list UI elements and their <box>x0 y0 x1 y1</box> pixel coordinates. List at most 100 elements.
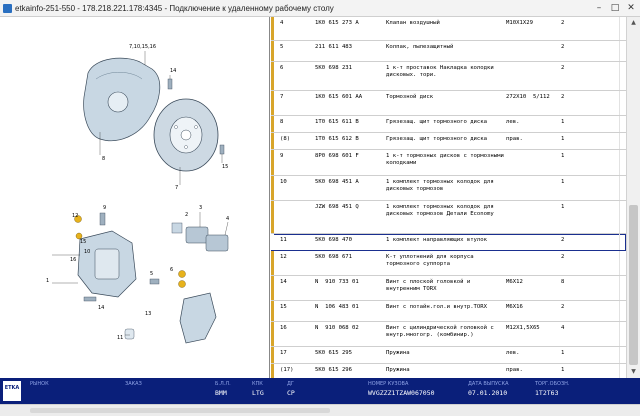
status-field-label: ДАТА ВЫПУСКА <box>468 381 509 387</box>
row-select-cell[interactable] <box>619 133 626 149</box>
row-select-cell[interactable] <box>619 347 626 363</box>
row-marker <box>271 133 274 149</box>
part-row[interactable]: 14 N 910 733 01 Винт с плоской головкой и … <box>271 276 626 301</box>
callout-label[interactable]: 16 <box>70 257 76 263</box>
callout-label[interactable]: 4 <box>226 216 229 222</box>
status-field: ДАТА ВЫПУСКА 07.01.2010 <box>468 381 509 397</box>
status-field-label: ЗАКАЗ <box>125 381 142 387</box>
callout-label[interactable]: 12 <box>72 213 78 219</box>
callout-label[interactable]: 10 <box>84 249 90 255</box>
part-note: прав. <box>506 367 523 373</box>
shield-hub-hole <box>107 91 129 113</box>
part-row[interactable]: 15 N 106 483 01 Винт с потайн.гол.и внутр.… <box>271 301 626 322</box>
callout-label[interactable]: 15 <box>80 239 86 245</box>
horizontal-scrollbar-thumb[interactable] <box>30 408 330 413</box>
part-row[interactable]: 11 5K0 698 470 1 комплект направляющих вту… <box>271 234 626 251</box>
callout-label[interactable]: 8 <box>102 156 105 162</box>
row-marker <box>271 251 274 275</box>
callout-label[interactable]: 3 <box>199 205 202 211</box>
callout-label[interactable]: 5 <box>150 271 153 277</box>
part-row[interactable]: 10 5K0 698 451 A 1 комплект тормозных коло… <box>271 176 626 201</box>
part-position: 16 <box>280 325 287 331</box>
callout-label[interactable]: 9 <box>103 205 106 211</box>
parts-illustration-pane[interactable]: 7,10,15,16 14 8 7 15 1 2 3 4 5 6 9 10 11… <box>0 17 270 378</box>
part-quantity: 2 <box>561 65 565 71</box>
horizontal-scrollbar[interactable] <box>0 404 640 416</box>
part-row[interactable]: 8 1T0 615 611 B Грязезащ. щит тормозного д… <box>271 116 626 133</box>
part-note: M6X16 <box>506 304 523 310</box>
row-select-cell[interactable] <box>619 364 626 378</box>
part-row[interactable]: 5 211 611 483 Колпак, пылезащитный 2 <box>271 41 626 62</box>
callout-label[interactable]: 14 <box>170 68 176 74</box>
row-select-cell[interactable] <box>619 116 626 132</box>
part-description: 1 к-т тормозных дисков с тормозными коло… <box>386 153 504 166</box>
part-quantity: 1 <box>561 350 565 356</box>
brake-pad <box>185 226 209 244</box>
callout-label[interactable]: 15 <box>222 164 228 170</box>
part-row[interactable]: 16 N 910 068 02 Винт с цилиндрической голо… <box>271 322 626 347</box>
status-field: КПК LTG <box>252 381 264 397</box>
dust-cap <box>124 328 135 340</box>
row-marker <box>271 322 274 346</box>
part-row[interactable]: 4 1K0 615 273 A Клапан воздушный M10X1X29 2 <box>271 17 626 41</box>
row-select-cell[interactable] <box>619 234 626 250</box>
callout-label[interactable]: 11 <box>117 335 123 341</box>
row-select-cell[interactable] <box>619 251 626 275</box>
part-number: 5K0 698 470 <box>315 237 353 243</box>
part-row[interactable]: 17 5K0 615 295 Пружина лев. 1 <box>271 347 626 364</box>
minimize-button[interactable]: – <box>592 2 606 14</box>
part-note: 272X10 5/112 <box>506 94 550 100</box>
part-row[interactable]: 9 8P0 698 601 F 1 к-т тормозных дисков с т… <box>271 150 626 176</box>
part-quantity: 2 <box>561 237 565 243</box>
disc-bolt-hole <box>194 125 198 129</box>
part-row[interactable]: (17) 5K0 615 296 Пружина прав. 1 <box>271 364 626 378</box>
row-select-cell[interactable] <box>619 322 626 346</box>
part-row[interactable]: (8) 1T0 615 612 B Грязезащ. щит тормозного… <box>271 133 626 150</box>
status-field: РЫНОК <box>30 381 49 389</box>
part-note: M12X1,5X65 <box>506 325 540 331</box>
bolt-15 <box>219 144 225 155</box>
close-button[interactable]: ✕ <box>624 2 638 14</box>
row-select-cell[interactable] <box>619 201 626 233</box>
part-quantity: 2 <box>561 20 565 26</box>
row-select-cell[interactable] <box>619 62 626 90</box>
part-quantity: 1 <box>561 136 565 142</box>
part-position: 11 <box>280 237 287 243</box>
callout-label[interactable]: 14 <box>98 305 104 311</box>
callout-label[interactable]: 1 <box>46 278 49 284</box>
part-quantity: 1 <box>561 367 565 373</box>
status-field: Б.Л.Л. BMM <box>215 381 231 397</box>
part-row[interactable]: 12 5K0 698 671 К-т уплотнений для корпуса … <box>271 251 626 276</box>
row-select-cell[interactable] <box>619 176 626 200</box>
status-field-value: CP <box>287 389 295 397</box>
row-select-cell[interactable] <box>619 150 626 175</box>
part-row[interactable]: 7 1K0 615 601 AA Тормозной диск 272X10 5/11… <box>271 91 626 116</box>
part-row[interactable]: 6 5K0 698 231 1 к-т проставок Накладка кол… <box>271 62 626 91</box>
part-note: лев. <box>506 350 520 356</box>
callout-label[interactable]: 7,10,15,16 <box>129 44 156 50</box>
callout-label[interactable]: 7 <box>175 185 178 191</box>
part-number: 5K0 698 231 <box>315 65 353 71</box>
callout-label[interactable]: 2 <box>185 212 188 218</box>
scroll-down-arrow-icon[interactable]: ▼ <box>627 366 640 378</box>
part-quantity: 1 <box>561 179 565 185</box>
row-select-cell[interactable] <box>619 41 626 61</box>
row-select-cell[interactable] <box>619 17 626 40</box>
scroll-up-arrow-icon[interactable]: ▲ <box>627 17 640 29</box>
part-position: (8) <box>280 136 291 142</box>
callout-label[interactable]: 13 <box>145 311 151 317</box>
callout-label[interactable]: 6 <box>170 267 173 273</box>
brake-diagram[interactable]: 7,10,15,16 14 8 7 15 1 2 3 4 5 6 9 10 11… <box>0 17 270 378</box>
scrollbar-thumb[interactable] <box>629 205 638 365</box>
vertical-scrollbar[interactable]: ▲ ▼ <box>626 17 640 378</box>
row-select-cell[interactable] <box>619 91 626 115</box>
part-row[interactable]: JZW 698 451 Q 1 комплект тормозных колодо… <box>271 201 626 234</box>
row-select-cell[interactable] <box>619 301 626 321</box>
part-number: 1T0 615 611 B <box>315 119 359 125</box>
part-position: (17) <box>280 367 294 373</box>
row-select-cell[interactable] <box>619 276 626 300</box>
caliper-piston <box>94 248 120 280</box>
status-field: НОМЕР КУЗОВА WVGZZZ1TZAW067050 <box>368 381 435 397</box>
row-marker <box>271 91 274 115</box>
maximize-button[interactable]: □ <box>608 2 622 14</box>
